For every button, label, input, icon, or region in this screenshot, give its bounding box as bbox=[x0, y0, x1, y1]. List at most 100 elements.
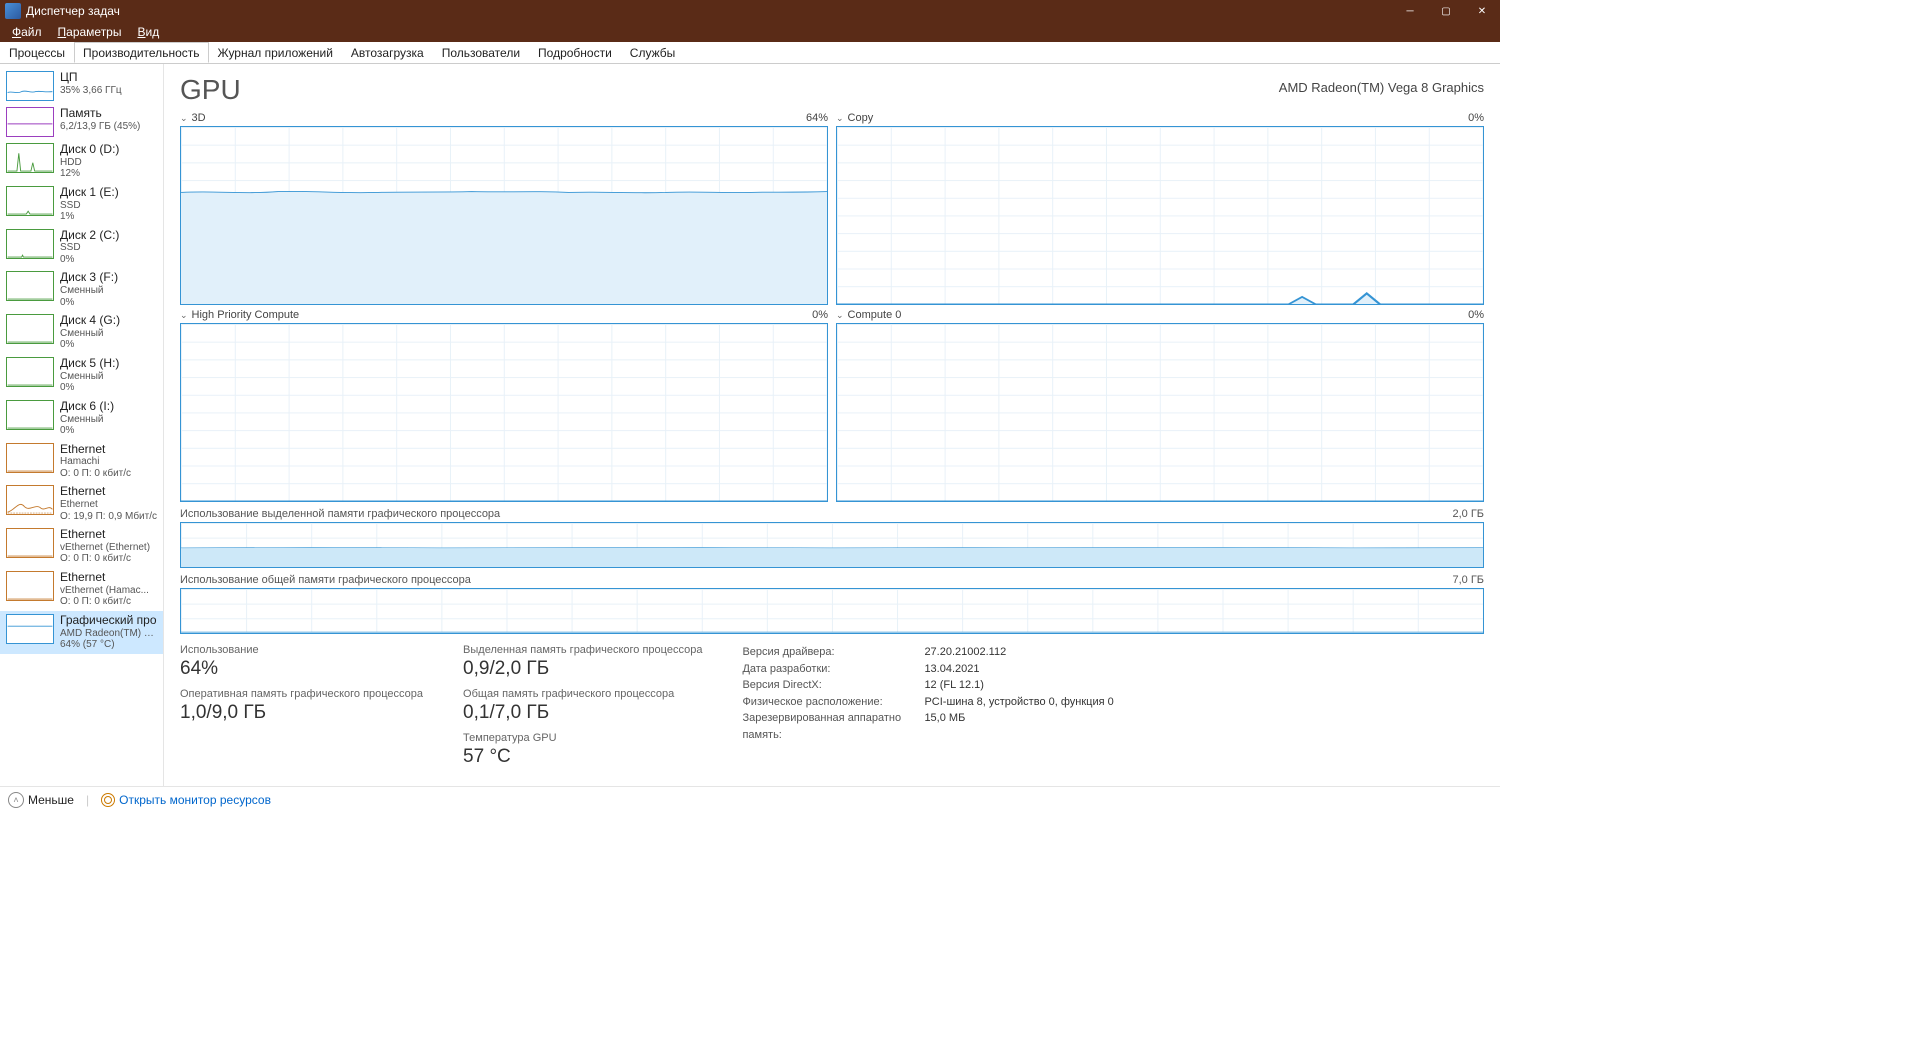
util-value: 64% bbox=[180, 658, 423, 680]
sidebar-thumb bbox=[6, 357, 54, 387]
sidebar-thumb bbox=[6, 443, 54, 473]
sidebar-item-title: Ethernet bbox=[60, 528, 150, 542]
sidebar-thumb bbox=[6, 229, 54, 259]
sidebar: ЦП 35% 3,66 ГГц Память 6,2/13,9 ГБ (45%)… bbox=[0, 64, 164, 786]
fewer-details-button[interactable]: ˄ Меньше bbox=[8, 792, 74, 808]
menu-view[interactable]: Вид bbox=[129, 23, 167, 41]
sidebar-item-title: Графический про bbox=[60, 614, 157, 628]
temp-label: Температура GPU bbox=[463, 732, 702, 744]
close-button[interactable]: ✕ bbox=[1464, 0, 1500, 22]
smem-max: 7,0 ГБ bbox=[1452, 574, 1484, 586]
chevron-down-icon[interactable]: ⌄ bbox=[836, 113, 844, 124]
info-value: 15,0 МБ bbox=[924, 710, 965, 743]
engine-chart bbox=[836, 126, 1484, 305]
sidebar-item-title: Диск 4 (G:) bbox=[60, 314, 120, 328]
sidebar-item-3[interactable]: Диск 1 (E:) SSD 1% bbox=[0, 183, 163, 226]
sidebar-thumb bbox=[6, 614, 54, 644]
sidebar-item-11[interactable]: Ethernet vEthernet (Ethernet) О: 0 П: 0 … bbox=[0, 525, 163, 568]
sidebar-item-title: Диск 2 (C:) bbox=[60, 229, 119, 243]
menu-file[interactable]: Файл bbox=[4, 23, 50, 41]
engine-graph-1: ⌄ Copy 0% bbox=[836, 112, 1484, 305]
sidebar-item-title: Диск 6 (I:) bbox=[60, 400, 114, 414]
sidebar-thumb bbox=[6, 71, 54, 101]
sidebar-item-9[interactable]: Ethernet Hamachi О: 0 П: 0 кбит/с bbox=[0, 440, 163, 483]
sidebar-thumb bbox=[6, 571, 54, 601]
sidebar-item-12[interactable]: Ethernet vEthernet (Hamac... О: 0 П: 0 к… bbox=[0, 568, 163, 611]
footer: ˄ Меньше | Открыть монитор ресурсов bbox=[0, 786, 1500, 812]
chevron-down-icon[interactable]: ⌄ bbox=[180, 310, 188, 321]
smem-stat-label: Общая память графического процессора bbox=[463, 688, 702, 700]
chevron-up-icon: ˄ bbox=[8, 792, 24, 808]
sidebar-thumb bbox=[6, 314, 54, 344]
sidebar-thumb bbox=[6, 400, 54, 430]
sidebar-item-10[interactable]: Ethernet Ethernet О: 19,9 П: 0,9 Мбит/с bbox=[0, 482, 163, 525]
chevron-down-icon[interactable]: ⌄ bbox=[836, 310, 844, 321]
page-title: GPU bbox=[180, 74, 241, 106]
util-label: Использование bbox=[180, 644, 423, 656]
dmem-label: Использование выделенной памяти графичес… bbox=[180, 508, 500, 520]
engine-name[interactable]: Compute 0 bbox=[848, 309, 902, 321]
menu-options[interactable]: Параметры bbox=[50, 23, 130, 41]
dmem-stat-value: 0,9/2,0 ГБ bbox=[463, 658, 702, 680]
engine-name[interactable]: Copy bbox=[848, 112, 874, 124]
info-key: Зарезервированная аппаратно память: bbox=[742, 710, 912, 743]
engine-graph-2: ⌄ High Priority Compute 0% bbox=[180, 309, 828, 502]
menubar: Файл Параметры Вид bbox=[0, 22, 1500, 42]
gpu-name: AMD Radeon(TM) Vega 8 Graphics bbox=[1279, 80, 1484, 95]
main-panel: GPU AMD Radeon(TM) Vega 8 Graphics ⌄ 3D … bbox=[164, 64, 1500, 786]
titlebar: Диспетчер задач ─ ▢ ✕ bbox=[0, 0, 1500, 22]
info-value: 13.04.2021 bbox=[924, 661, 979, 678]
sidebar-thumb bbox=[6, 271, 54, 301]
sidebar-item-4[interactable]: Диск 2 (C:) SSD 0% bbox=[0, 226, 163, 269]
sidebar-item-title: Память bbox=[60, 107, 140, 121]
dmem-max: 2,0 ГБ bbox=[1452, 508, 1484, 520]
maximize-button[interactable]: ▢ bbox=[1428, 0, 1464, 22]
sidebar-item-0[interactable]: ЦП 35% 3,66 ГГц bbox=[0, 68, 163, 104]
app-icon bbox=[5, 3, 21, 19]
tab-services[interactable]: Службы bbox=[621, 42, 684, 63]
tab-processes[interactable]: Процессы bbox=[0, 42, 74, 63]
tab-startup[interactable]: Автозагрузка bbox=[342, 42, 433, 63]
engine-pct: 0% bbox=[1468, 309, 1484, 321]
chevron-down-icon[interactable]: ⌄ bbox=[180, 113, 188, 124]
sidebar-item-6[interactable]: Диск 4 (G:) Сменный 0% bbox=[0, 311, 163, 354]
sidebar-item-1[interactable]: Память 6,2/13,9 ГБ (45%) bbox=[0, 104, 163, 140]
sidebar-item-title: Ethernet bbox=[60, 485, 157, 499]
tabs: Процессы Производительность Журнал прило… bbox=[0, 42, 1500, 64]
gmem-label: Оперативная память графического процессо… bbox=[180, 688, 423, 700]
sidebar-item-title: Ethernet bbox=[60, 443, 131, 457]
sidebar-thumb bbox=[6, 143, 54, 173]
sidebar-thumb bbox=[6, 107, 54, 137]
tab-performance[interactable]: Производительность bbox=[74, 42, 208, 63]
sidebar-item-5[interactable]: Диск 3 (F:) Сменный 0% bbox=[0, 268, 163, 311]
engine-name[interactable]: High Priority Compute bbox=[192, 309, 300, 321]
engine-pct: 64% bbox=[806, 112, 828, 124]
minimize-button[interactable]: ─ bbox=[1392, 0, 1428, 22]
temp-value: 57 °C bbox=[463, 746, 702, 768]
sidebar-item-title: Диск 5 (H:) bbox=[60, 357, 119, 371]
engine-graph-0: ⌄ 3D 64% bbox=[180, 112, 828, 305]
smem-graph bbox=[180, 588, 1484, 634]
gmem-value: 1,0/9,0 ГБ bbox=[180, 702, 423, 724]
engine-graph-3: ⌄ Compute 0 0% bbox=[836, 309, 1484, 502]
engine-chart bbox=[180, 126, 828, 305]
tab-details[interactable]: Подробности bbox=[529, 42, 621, 63]
info-value: PCI-шина 8, устройство 0, функция 0 bbox=[924, 694, 1113, 711]
sidebar-item-7[interactable]: Диск 5 (H:) Сменный 0% bbox=[0, 354, 163, 397]
open-resource-monitor-link[interactable]: Открыть монитор ресурсов bbox=[101, 793, 271, 807]
sidebar-item-8[interactable]: Диск 6 (I:) Сменный 0% bbox=[0, 397, 163, 440]
sidebar-item-title: Диск 1 (E:) bbox=[60, 186, 119, 200]
engine-name[interactable]: 3D bbox=[192, 112, 206, 124]
tab-app-history[interactable]: Журнал приложений bbox=[209, 42, 342, 63]
sidebar-thumb bbox=[6, 528, 54, 558]
info-key: Дата разработки: bbox=[742, 661, 912, 678]
sidebar-item-2[interactable]: Диск 0 (D:) HDD 12% bbox=[0, 140, 163, 183]
tab-users[interactable]: Пользователи bbox=[433, 42, 529, 63]
info-key: Версия DirectX: bbox=[742, 677, 912, 694]
info-key: Физическое расположение: bbox=[742, 694, 912, 711]
dmem-graph bbox=[180, 522, 1484, 568]
sidebar-item-title: Диск 0 (D:) bbox=[60, 143, 119, 157]
dmem-stat-label: Выделенная память графического процессор… bbox=[463, 644, 702, 656]
sidebar-item-13[interactable]: Графический про AMD Radeon(TM) Vega 64% … bbox=[0, 611, 163, 654]
engine-chart bbox=[180, 323, 828, 502]
